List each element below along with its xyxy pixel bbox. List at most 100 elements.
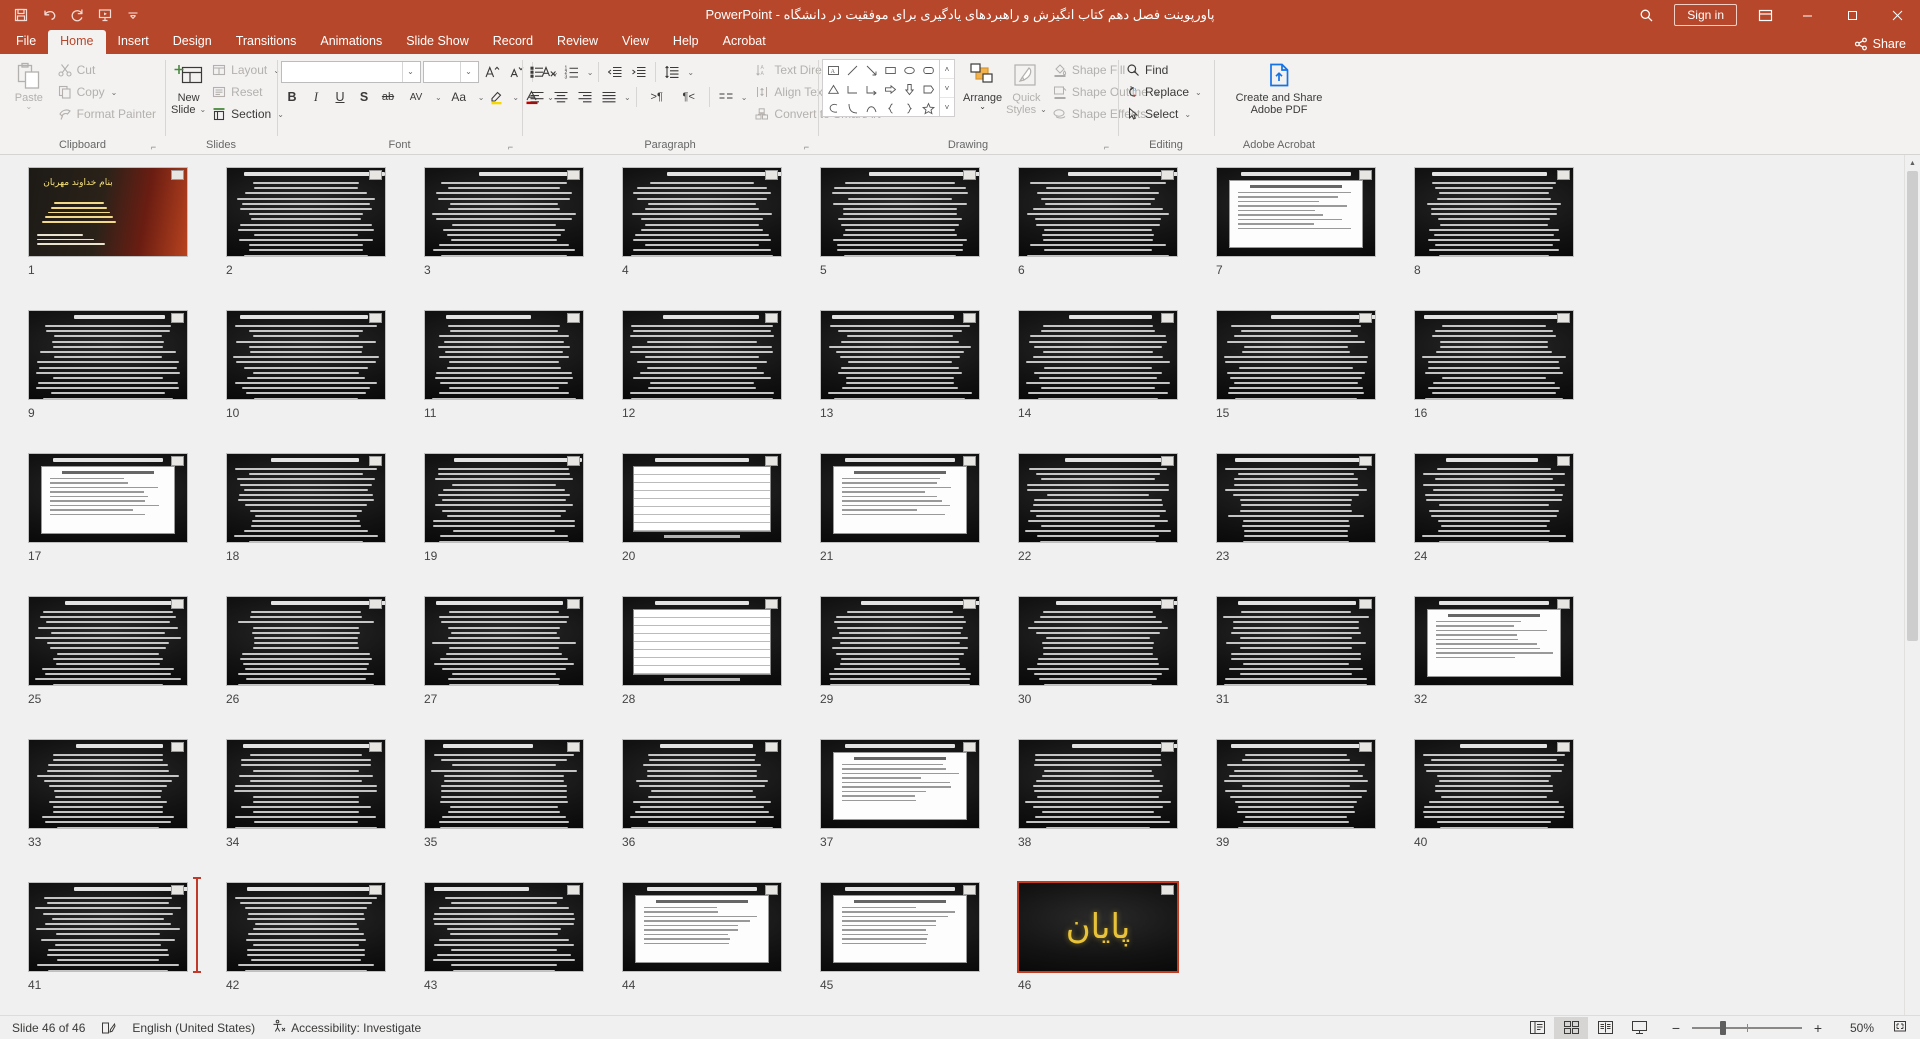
slide-thumbnail-7[interactable]	[1216, 167, 1376, 257]
shape-scribble-icon[interactable]	[824, 99, 843, 118]
slide-thumbnail-31[interactable]	[1216, 596, 1376, 686]
columns-caret[interactable]: ⌄	[741, 93, 748, 102]
slide-thumbnail-18[interactable]	[226, 453, 386, 543]
slide-cell[interactable]: 9	[14, 308, 212, 450]
undo-icon[interactable]	[36, 3, 62, 27]
slide-thumbnail-16[interactable]	[1414, 310, 1574, 400]
shape-oval-icon[interactable]	[900, 61, 919, 80]
slide-thumbnail-43[interactable]	[424, 882, 584, 972]
save-icon[interactable]	[8, 3, 34, 27]
slide-thumbnail-10[interactable]	[226, 310, 386, 400]
slide-sorter-pane[interactable]: بنام خداوند مهربان 1 2 3 4 5 6 7 8 9 10 11 12 13 14 15 1…	[0, 155, 1920, 1035]
decrease-indent-icon[interactable]	[604, 61, 626, 83]
zoom-slider[interactable]	[1692, 1020, 1802, 1036]
slide-cell[interactable]: 43	[410, 880, 608, 1022]
shape-elbow-connector-icon[interactable]	[843, 80, 862, 99]
slide-cell[interactable]: 26	[212, 594, 410, 736]
arrange-button[interactable]: Arrange ⌄	[961, 57, 1004, 113]
slide-thumbnail-46[interactable]: پایان	[1018, 882, 1178, 972]
slide-cell[interactable]: پایان 46	[1004, 880, 1202, 1022]
shape-arrow-icon[interactable]	[862, 61, 881, 80]
bullets-icon[interactable]	[526, 61, 548, 83]
paste-button[interactable]: Paste ⌄	[4, 57, 54, 113]
slide-thumbnail-6[interactable]	[1018, 167, 1178, 257]
columns-icon[interactable]	[715, 86, 737, 108]
bullets-caret[interactable]: ⌄	[552, 68, 559, 77]
tab-acrobat[interactable]: Acrobat	[711, 30, 778, 54]
format-painter-button[interactable]: Format Painter	[54, 103, 161, 125]
character-spacing-button[interactable]: AV	[401, 86, 431, 108]
slide-cell[interactable]: 40	[1400, 737, 1598, 879]
paragraph-dialog-launcher[interactable]: ⌐	[801, 142, 812, 153]
slide-cell[interactable]: 35	[410, 737, 608, 879]
shape-curve-icon[interactable]	[843, 99, 862, 118]
create-and-share-adobe-pdf-button[interactable]: Create and Share Adobe PDF	[1220, 57, 1338, 119]
shape-triangle-icon[interactable]	[824, 80, 843, 99]
slide-cell[interactable]: 31	[1202, 594, 1400, 736]
slide-show-button[interactable]	[1622, 1017, 1656, 1039]
close-button[interactable]	[1875, 0, 1920, 30]
font-name-caret[interactable]: ⌄	[402, 62, 418, 82]
slide-thumbnail-5[interactable]	[820, 167, 980, 257]
customize-qat-icon[interactable]	[120, 3, 146, 27]
shapes-gallery-more-icon[interactable]: ˅	[940, 98, 954, 116]
slide-thumbnail-29[interactable]	[820, 596, 980, 686]
justify-icon[interactable]	[598, 86, 620, 108]
zoom-percentage[interactable]: 50%	[1834, 1021, 1874, 1035]
shape-down-arrow-icon[interactable]	[900, 80, 919, 99]
slide-thumbnail-15[interactable]	[1216, 310, 1376, 400]
slide-cell[interactable]: 17	[14, 451, 212, 593]
drawing-dialog-launcher[interactable]: ⌐	[1101, 142, 1112, 153]
zoom-out-button[interactable]: −	[1668, 1021, 1684, 1035]
shape-textbox-icon[interactable]: A	[824, 61, 843, 80]
slide-thumbnail-8[interactable]	[1414, 167, 1574, 257]
shape-star-icon[interactable]	[919, 99, 938, 118]
slide-cell[interactable]: 33	[14, 737, 212, 879]
slide-thumbnail-23[interactable]	[1216, 453, 1376, 543]
slide-thumbnail-30[interactable]	[1018, 596, 1178, 686]
slide-thumbnail-12[interactable]	[622, 310, 782, 400]
zoom-slider-handle[interactable]	[1720, 1020, 1726, 1035]
slide-thumbnail-32[interactable]	[1414, 596, 1574, 686]
ltr-text-direction-button[interactable]: >¶	[642, 86, 672, 108]
slide-sorter-view-button[interactable]	[1554, 1016, 1588, 1039]
italic-button[interactable]: I	[305, 86, 327, 108]
tab-home[interactable]: Home	[48, 30, 106, 54]
slide-cell[interactable]: 28	[608, 594, 806, 736]
replace-button[interactable]: b c Replace ⌄	[1122, 81, 1207, 103]
shape-left-brace-icon[interactable]	[881, 99, 900, 118]
align-right-icon[interactable]	[574, 86, 596, 108]
slide-cell[interactable]: 7	[1202, 165, 1400, 307]
align-left-icon[interactable]	[526, 86, 548, 108]
slide-thumbnail-37[interactable]	[820, 739, 980, 829]
slide-thumbnail-45[interactable]	[820, 882, 980, 972]
slide-thumbnail-22[interactable]	[1018, 453, 1178, 543]
underline-button[interactable]: U	[329, 86, 351, 108]
slide-thumbnail-33[interactable]	[28, 739, 188, 829]
shapes-gallery-scrollbar[interactable]: ˄ ˅ ˅	[939, 60, 954, 116]
numbering-icon[interactable]: 1 2 3	[561, 61, 583, 83]
start-presentation-icon[interactable]	[92, 3, 118, 27]
shapes-gallery[interactable]: A ˄ ˅ ˅	[822, 59, 955, 117]
bold-button[interactable]: B	[281, 86, 303, 108]
increase-indent-icon[interactable]	[628, 61, 650, 83]
text-highlight-color-button[interactable]	[486, 86, 508, 108]
slide-cell[interactable]: 5	[806, 165, 1004, 307]
slide-thumbnail-25[interactable]	[28, 596, 188, 686]
slide-thumbnail-21[interactable]	[820, 453, 980, 543]
slide-thumbnail-13[interactable]	[820, 310, 980, 400]
shapes-scroll-up-icon[interactable]: ˄	[940, 60, 954, 79]
slide-cell[interactable]: 11	[410, 308, 608, 450]
shape-pentagon-icon[interactable]	[919, 80, 938, 99]
arrange-caret[interactable]: ⌄	[979, 103, 986, 111]
accessibility-checker[interactable]: Accessibility: Investigate	[263, 1017, 429, 1039]
cut-button[interactable]: Cut	[54, 59, 161, 81]
slide-cell[interactable]: 24	[1400, 451, 1598, 593]
slide-thumbnail-34[interactable]	[226, 739, 386, 829]
slide-thumbnail-41[interactable]	[28, 882, 188, 972]
numbering-caret[interactable]: ⌄	[587, 68, 594, 77]
justify-caret[interactable]: ⌄	[624, 93, 631, 102]
line-spacing-icon[interactable]	[661, 61, 683, 83]
normal-view-button[interactable]	[1520, 1017, 1554, 1039]
tab-transitions[interactable]: Transitions	[224, 30, 309, 54]
